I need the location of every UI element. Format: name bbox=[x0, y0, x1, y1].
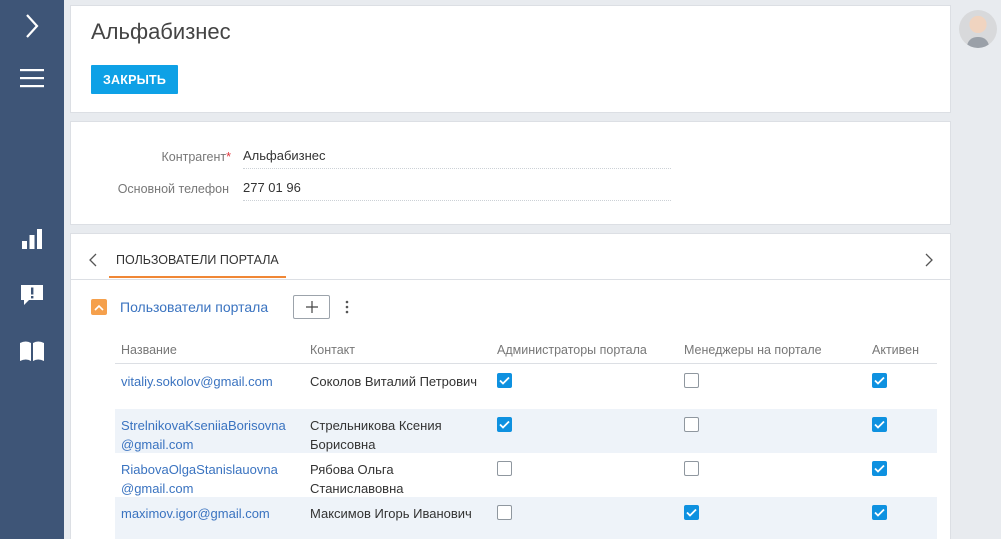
tabs-card: ПОЛЬЗОВАТЕЛИ ПОРТАЛА Пользователи портал… bbox=[70, 233, 951, 539]
column-header-name[interactable]: Название bbox=[121, 343, 177, 357]
account-field-label: Контрагент* bbox=[71, 150, 231, 164]
hamburger-menu-icon[interactable] bbox=[0, 62, 64, 94]
manager-checkbox[interactable] bbox=[684, 417, 699, 432]
manager-checkbox[interactable] bbox=[684, 505, 699, 520]
admin-checkbox[interactable] bbox=[497, 373, 512, 388]
column-header-managers[interactable]: Менеджеры на портале bbox=[684, 343, 822, 357]
collapse-chevron-up-icon[interactable] bbox=[91, 299, 107, 315]
account-label-text: Контрагент bbox=[161, 150, 227, 164]
account-field[interactable]: Альфабизнес bbox=[243, 148, 671, 169]
checkmark-icon bbox=[499, 376, 510, 385]
contact-cell: Максимов Игорь Иванович bbox=[310, 506, 472, 521]
table-row[interactable]: StrelnikovaKseniiaBorisovna@gmail.com Стр… bbox=[115, 409, 937, 453]
column-header-admins[interactable]: Администраторы портала bbox=[497, 343, 647, 357]
manager-checkbox[interactable] bbox=[684, 373, 699, 388]
detail-title[interactable]: Пользователи портала bbox=[120, 299, 268, 315]
plus-icon bbox=[305, 301, 318, 313]
add-record-button[interactable] bbox=[293, 295, 330, 319]
admin-checkbox[interactable] bbox=[497, 461, 512, 476]
user-name-link[interactable]: StrelnikovaKseniiaBorisovna@gmail.com bbox=[121, 416, 291, 454]
checkmark-icon bbox=[499, 420, 510, 429]
user-avatar[interactable] bbox=[959, 10, 997, 48]
checkmark-icon bbox=[686, 508, 697, 517]
user-name-link[interactable]: maximov.igor@gmail.com bbox=[121, 504, 291, 523]
left-nav-panel bbox=[0, 0, 64, 539]
tab-divider bbox=[71, 279, 950, 280]
table-row[interactable]: maximov.igor@gmail.com Максимов Игорь Ива… bbox=[115, 497, 937, 539]
active-checkbox[interactable] bbox=[872, 373, 887, 388]
checkmark-icon bbox=[874, 376, 885, 385]
active-checkbox[interactable] bbox=[872, 505, 887, 520]
analytics-chart-icon[interactable] bbox=[0, 224, 64, 254]
checkmark-icon bbox=[874, 420, 885, 429]
expand-chevron-icon[interactable] bbox=[0, 8, 64, 44]
tab-scroll-left-icon[interactable] bbox=[83, 248, 103, 272]
active-checkbox[interactable] bbox=[872, 461, 887, 476]
tab-portal-users[interactable]: ПОЛЬЗОВАТЕЛИ ПОРТАЛА bbox=[109, 244, 286, 278]
knowledge-base-book-icon[interactable] bbox=[0, 336, 64, 366]
admin-checkbox[interactable] bbox=[497, 417, 512, 432]
user-name-link[interactable]: vitaliy.sokolov@gmail.com bbox=[121, 372, 291, 391]
close-button[interactable]: ЗАКРЫТЬ bbox=[91, 65, 179, 94]
manager-checkbox[interactable] bbox=[684, 461, 699, 476]
table-row[interactable]: vitaliy.sokolov@gmail.com Соколов Виталий… bbox=[115, 365, 937, 409]
table-row[interactable]: RiabovaOlgaStanislauovna@gmail.com Рябова… bbox=[115, 453, 937, 497]
admin-checkbox[interactable] bbox=[497, 505, 512, 520]
column-header-contact[interactable]: Контакт bbox=[310, 343, 355, 357]
active-checkbox[interactable] bbox=[872, 417, 887, 432]
page-title: Альфабизнес bbox=[91, 19, 231, 44]
column-header-active[interactable]: Активен bbox=[872, 343, 919, 357]
tab-scroll-right-icon[interactable] bbox=[919, 248, 939, 272]
feed-notification-icon[interactable] bbox=[0, 280, 64, 310]
phone-field-label: Основной телефон bbox=[117, 182, 229, 196]
phone-field[interactable]: 277 01 96 bbox=[243, 180, 671, 201]
more-actions-icon[interactable] bbox=[341, 298, 353, 316]
grid-header-divider bbox=[115, 363, 937, 364]
user-name-link[interactable]: RiabovaOlgaStanislauovna@gmail.com bbox=[121, 460, 291, 498]
page-header-card: Альфабизнес ЗАКРЫТЬ bbox=[70, 5, 951, 113]
checkmark-icon bbox=[874, 508, 885, 517]
contact-cell: Стрельникова Ксения Борисовна bbox=[310, 418, 442, 452]
required-mark: * bbox=[226, 150, 231, 164]
contact-cell: Рябова Ольга Станиславовна bbox=[310, 462, 404, 496]
contact-cell: Соколов Виталий Петрович bbox=[310, 374, 478, 389]
account-info-card: Контрагент* Альфабизнес Основной телефон… bbox=[70, 121, 951, 225]
checkmark-icon bbox=[874, 464, 885, 473]
right-panel bbox=[952, 0, 1001, 539]
